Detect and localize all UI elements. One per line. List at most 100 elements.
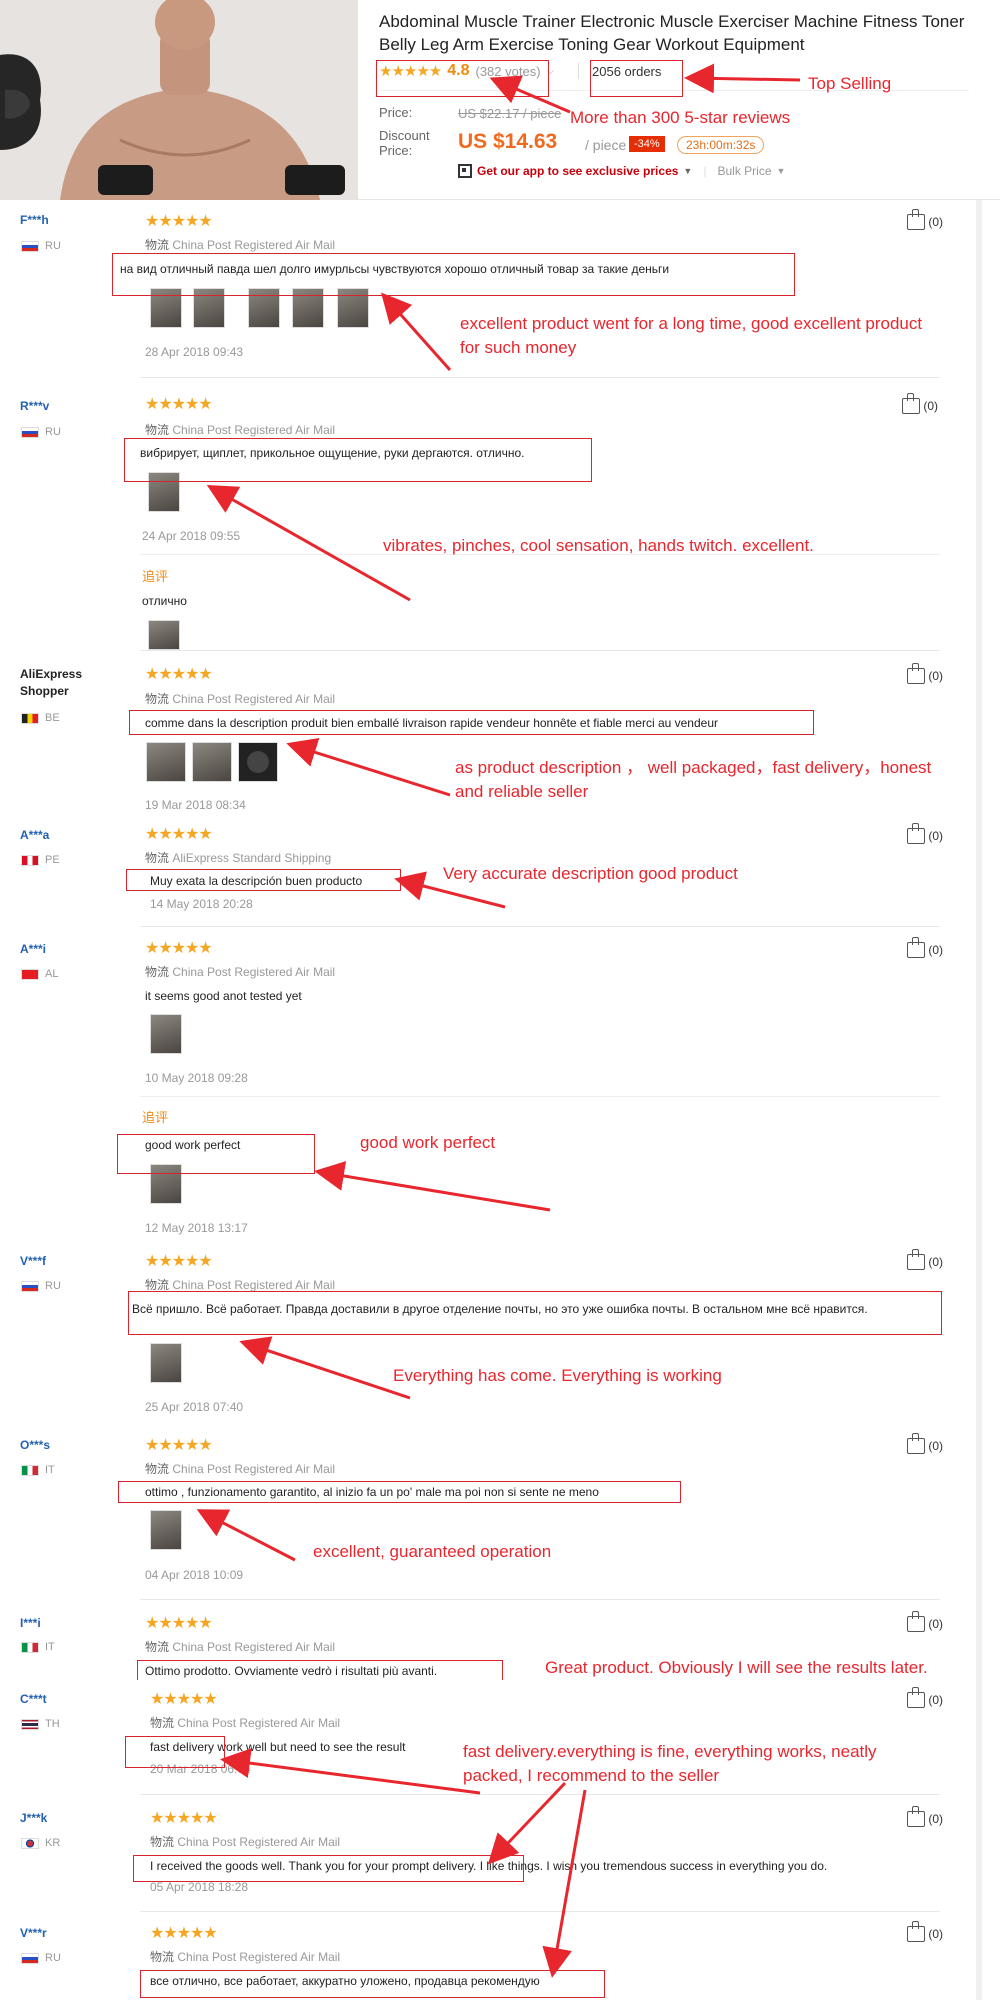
flag-icon	[21, 968, 39, 980]
app-prices-row[interactable]: Get our app to see exclusive prices ▼ | …	[458, 164, 785, 178]
ship-name: AliExpress Standard Shipping	[172, 851, 332, 865]
annotation-box	[118, 1481, 681, 1503]
review-photo[interactable]	[192, 742, 232, 782]
helpful-count: (0)	[928, 669, 943, 683]
product-image[interactable]	[0, 0, 358, 200]
review-date: 14 May 2018 20:28	[150, 897, 253, 911]
review-item: R***v RU ★★★★★ 物流 China Post Registered …	[0, 390, 1000, 651]
review-divider	[140, 926, 940, 927]
review-date: 10 May 2018 09:28	[145, 1071, 248, 1085]
review-photo[interactable]	[148, 620, 180, 650]
country-code: IT	[45, 1464, 55, 1476]
flag-icon	[21, 854, 39, 866]
original-price: US $22.17 / piece	[458, 106, 562, 121]
ship-name: China Post Registered Air Mail	[177, 1950, 341, 1964]
country-code: BE	[45, 712, 60, 724]
review-photo[interactable]	[146, 742, 186, 782]
reviewer-name[interactable]: V***f	[20, 1253, 46, 1270]
helpful-count: (0)	[928, 1693, 943, 1707]
helpful-button[interactable]: (0)	[902, 393, 938, 414]
product-photo	[0, 0, 358, 200]
product-title[interactable]: Abdominal Muscle Trainer Electronic Musc…	[379, 10, 979, 56]
helpful-button[interactable]: (0)	[907, 663, 943, 684]
thumbs-up-icon	[907, 1806, 926, 1827]
flag-icon	[21, 426, 39, 438]
annotation-translation: as product description ， well packaged，f…	[455, 758, 932, 801]
helpful-button[interactable]: (0)	[907, 823, 943, 844]
annotation-translation: fast delivery.everything is fine, everyt…	[463, 1742, 877, 1785]
helpful-button[interactable]: (0)	[907, 1806, 943, 1827]
country-code: RU	[45, 1952, 61, 1964]
flag-icon	[21, 1641, 39, 1653]
helpful-button[interactable]: (0)	[907, 937, 943, 958]
helpful-count: (0)	[928, 1617, 943, 1631]
reviewer-country: TH	[21, 1718, 60, 1730]
reviewer-country: AL	[21, 968, 58, 980]
annotation-box	[137, 1660, 503, 1680]
helpful-button[interactable]: (0)	[907, 1687, 943, 1708]
flag-icon	[21, 1280, 39, 1292]
reviewer-name[interactable]: C***t	[20, 1691, 47, 1708]
reviewer-name[interactable]: O***s	[20, 1437, 50, 1454]
shipping-method: 物流 China Post Registered Air Mail	[145, 236, 335, 253]
country-code: AL	[45, 968, 59, 980]
review-photo[interactable]	[238, 742, 278, 782]
helpful-count: (0)	[928, 1255, 943, 1269]
thumbs-up-icon	[907, 1921, 926, 1942]
product-header: Abdominal Muscle Trainer Electronic Musc…	[0, 0, 1000, 200]
app-prices-link[interactable]: Get our app to see exclusive prices	[477, 164, 678, 178]
reviewer-name[interactable]: A***i	[20, 941, 46, 958]
review-stars: ★★★★★	[145, 666, 213, 683]
review-text: it seems good anot tested yet	[145, 989, 302, 1003]
reviewer-country: BE	[21, 712, 60, 724]
shipping-method: 物流 China Post Registered Air Mail	[145, 1638, 335, 1655]
review-item: V***f RU ★★★★★ 物流 China Post Registered …	[0, 1249, 1000, 1428]
ship-prefix: 物流	[145, 1640, 170, 1654]
reviewer-name[interactable]: I***i	[20, 1615, 41, 1632]
reviewer-country: IT	[21, 1641, 55, 1653]
review-stars: ★★★★★	[150, 1810, 218, 1827]
ship-prefix: 物流	[145, 423, 170, 437]
reviewer-name[interactable]: AliExpress Shopper	[20, 666, 120, 700]
annotation-box	[125, 1736, 225, 1768]
helpful-button[interactable]: (0)	[907, 1611, 943, 1632]
review-stars: ★★★★★	[145, 1437, 213, 1454]
country-code: RU	[45, 426, 61, 438]
review-photo[interactable]	[150, 1014, 182, 1054]
review-divider	[140, 1794, 940, 1795]
reviewer-name[interactable]: R***v	[20, 398, 49, 415]
review-stars: ★★★★★	[150, 1925, 218, 1942]
helpful-button[interactable]: (0)	[907, 1249, 943, 1270]
caret-down-icon[interactable]: ▼	[683, 166, 692, 176]
shipping-method: 物流 China Post Registered Air Mail	[150, 1948, 340, 1965]
thumbs-up-icon	[907, 663, 926, 684]
helpful-button[interactable]: (0)	[907, 1921, 943, 1942]
review-date: 28 Apr 2018 09:43	[145, 345, 244, 359]
annotation-box	[129, 710, 814, 735]
reviewer-country: PE	[21, 854, 60, 866]
review-item: A***i AL ★★★★★ 物流 China Post Registered …	[0, 936, 1000, 1248]
reviewer-name[interactable]: A***a	[20, 827, 49, 844]
flag-icon	[21, 1464, 39, 1476]
discount-badge: -34%	[629, 136, 665, 152]
reviewer-name[interactable]: F***h	[20, 212, 49, 229]
thumbs-up-icon	[907, 823, 926, 844]
bulk-price-link[interactable]: Bulk Price	[717, 164, 771, 178]
helpful-count: (0)	[928, 215, 943, 229]
review-divider	[140, 1599, 940, 1600]
review-photo[interactable]	[150, 1343, 182, 1383]
review-stars: ★★★★★	[145, 1615, 213, 1632]
annotation-five-star: More than 300 5-star reviews	[570, 108, 791, 127]
helpful-button[interactable]: (0)	[907, 209, 943, 230]
thumbs-up-icon	[907, 937, 926, 958]
reviewer-name[interactable]: V***r	[20, 1925, 47, 1942]
helpful-button[interactable]: (0)	[907, 1433, 943, 1454]
review-date: 24 Apr 2018 09:55	[142, 529, 241, 543]
reviewer-name[interactable]: J***k	[20, 1810, 47, 1827]
review-stars: ★★★★★	[145, 213, 213, 230]
review-photo[interactable]	[150, 1510, 182, 1550]
country-code: RU	[45, 240, 61, 252]
shipping-method: 物流 China Post Registered Air Mail	[145, 963, 335, 980]
flag-icon	[21, 1837, 39, 1849]
caret-down-icon[interactable]: ▼	[777, 166, 786, 176]
